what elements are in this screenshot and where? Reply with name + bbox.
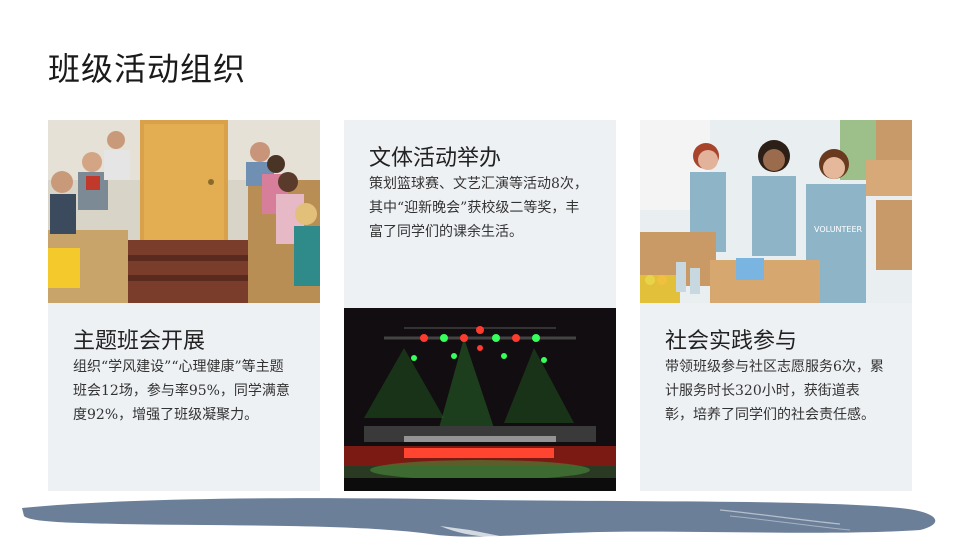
- social-practice-card: 社会实践参与 带领班级参与社区志愿服务6次，累计服务时长320小时，获街道表彰，…: [640, 303, 912, 491]
- classroom-photo: [48, 120, 320, 303]
- theme-meeting-card: 主题班会开展 组织“学风建设”“心理健康”等主题班会12场，参与率95%，同学满…: [48, 303, 320, 491]
- brush-stroke-decoration: [22, 498, 936, 537]
- stage-photo: [344, 308, 616, 491]
- theme-meeting-heading: 主题班会开展: [73, 329, 206, 354]
- sports-arts-heading: 文体活动举办: [369, 146, 502, 171]
- social-practice-text: 带领班级参与社区志愿服务6次，累计服务时长320小时，获街道表彰，培养了同学们的…: [665, 359, 884, 423]
- sports-arts-text: 策划篮球赛、文艺汇演等活动8次，其中“迎新晚会”获校级二等奖，丰富了同学们的课余…: [369, 176, 588, 240]
- sports-arts-card: 文体活动举办 策划篮球赛、文艺汇演等活动8次，其中“迎新晚会”获校级二等奖，丰富…: [344, 120, 616, 308]
- volunteer-photo: VOLUNTEER: [640, 120, 912, 303]
- volunteer-shirt-text: VOLUNTEER: [814, 225, 863, 234]
- social-practice-heading: 社会实践参与: [665, 329, 798, 354]
- theme-meeting-text: 组织“学风建设”“心理健康”等主题班会12场，参与率95%，同学满意度92%，增…: [73, 359, 290, 423]
- slide-title: 班级活动组织: [48, 50, 247, 88]
